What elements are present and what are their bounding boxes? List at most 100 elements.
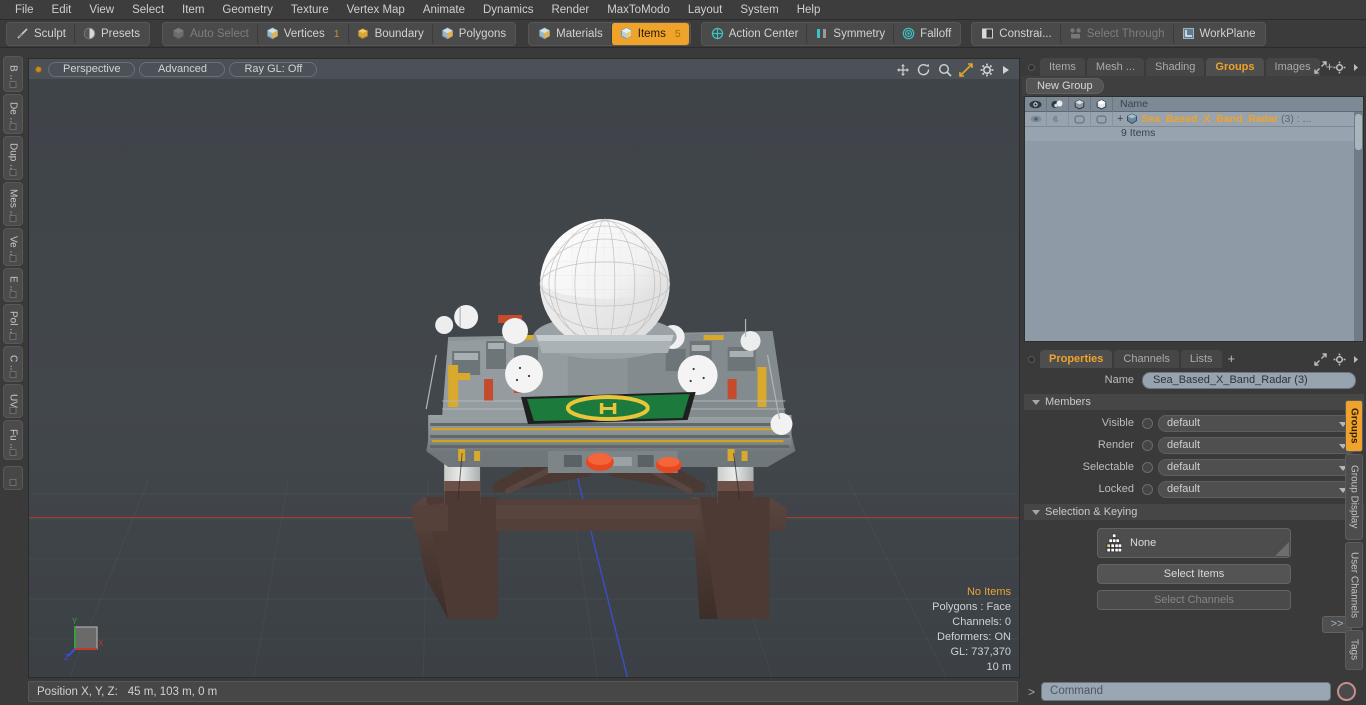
command-input[interactable]: Command — [1041, 682, 1332, 701]
left-tab-curve[interactable]: C ... — [3, 346, 23, 382]
panel-arrow-icon[interactable] — [1352, 61, 1360, 74]
locked-icon[interactable] — [1091, 97, 1113, 112]
row-selectable-toggle[interactable] — [1069, 111, 1091, 127]
constraint-button[interactable]: Constrai... — [973, 23, 1059, 45]
menu-item-view[interactable]: View — [80, 1, 123, 19]
auto-select-button[interactable]: Auto Select — [164, 23, 257, 45]
selection-set-dropdown[interactable]: None — [1097, 528, 1291, 558]
side-tab-groups[interactable]: Groups — [1345, 400, 1363, 452]
name-input[interactable]: Sea_Based_X_Band_Radar (3) — [1142, 371, 1356, 389]
record-icon[interactable] — [1337, 682, 1357, 701]
falloff-button[interactable]: Falloff — [893, 22, 959, 45]
select-through-button[interactable]: Select Through — [1059, 22, 1173, 45]
group-row-content[interactable]: + Sea_Based_X_Band_Radar (3) : ... — [1113, 113, 1363, 125]
row-visible-toggle[interactable] — [1025, 111, 1047, 127]
selectable-knob[interactable] — [1142, 461, 1153, 473]
render-select[interactable]: default — [1158, 436, 1356, 454]
properties-gear-icon[interactable] — [1333, 353, 1346, 366]
side-tab-group-display[interactable]: Group Display — [1345, 454, 1363, 540]
side-tab-tags[interactable]: Tags — [1345, 630, 1363, 670]
rotate-icon[interactable] — [917, 63, 931, 77]
group-list[interactable]: Name + Sea_Based_X_Band_Radar (3): ... … — [1024, 96, 1364, 342]
menu-item-help[interactable]: Help — [788, 1, 830, 19]
tab-items[interactable]: Items — [1040, 58, 1085, 76]
side-tab-user-channels[interactable]: User Channels — [1345, 542, 1363, 628]
locked-knob[interactable] — [1142, 483, 1153, 495]
tab-properties[interactable]: Properties — [1040, 350, 1113, 368]
viewport-menu-dot[interactable] — [35, 65, 42, 73]
group-list-scroll-thumb[interactable] — [1355, 114, 1362, 150]
items-button[interactable]: Items 5 — [610, 22, 689, 45]
gear-icon[interactable] — [980, 63, 994, 77]
row-locked-toggle[interactable] — [1091, 111, 1113, 127]
render-icon[interactable] — [1047, 97, 1069, 112]
presets-button[interactable]: Presets — [73, 22, 148, 45]
viewport-raygl-selector[interactable]: Ray GL: Off — [229, 61, 318, 77]
fit-icon[interactable] — [959, 63, 973, 77]
tab-groups[interactable]: Groups — [1206, 58, 1264, 76]
visible-select[interactable]: default — [1158, 414, 1356, 432]
materials-button[interactable]: Materials — [530, 23, 611, 45]
left-tab-vertex[interactable]: Ve ... — [3, 228, 23, 266]
left-tab-deform[interactable]: De ... — [3, 94, 23, 134]
select-items-button[interactable]: Select Items — [1097, 564, 1291, 584]
panel-gear-icon[interactable] — [1333, 61, 1346, 74]
expand-properties-icon[interactable] — [1314, 353, 1327, 366]
viewport-projection-selector[interactable]: Perspective — [48, 61, 136, 77]
menu-item-layout[interactable]: Layout — [679, 1, 732, 19]
symmetry-button[interactable]: Symmetry — [806, 22, 893, 45]
tab-shading[interactable]: Shading — [1146, 58, 1205, 76]
vertices-button[interactable]: Vertices 1 — [256, 22, 348, 45]
menu-item-vertex-map[interactable]: Vertex Map — [338, 1, 414, 19]
add-properties-tab-button[interactable]: + — [1224, 351, 1242, 368]
selection-keying-section-header[interactable]: Selection & Keying — [1024, 504, 1364, 520]
action-center-button[interactable]: Action Center — [703, 23, 807, 45]
menu-item-render[interactable]: Render — [542, 1, 598, 19]
menu-item-file[interactable]: File — [6, 1, 43, 19]
menu-item-edit[interactable]: Edit — [43, 1, 81, 19]
table-row[interactable]: + Sea_Based_X_Band_Radar (3) : ... — [1025, 111, 1363, 127]
viewport-3d[interactable]: Perspective Advanced Ray GL: Off No Item… — [28, 58, 1020, 678]
play-arrow-icon[interactable] — [1001, 63, 1011, 77]
properties-menu-dot[interactable] — [1028, 356, 1035, 363]
sculpt-button[interactable]: Sculpt — [8, 23, 74, 45]
polygons-button[interactable]: Polygons — [431, 22, 514, 45]
left-tab-basic[interactable]: B ... — [3, 56, 23, 92]
render-knob[interactable] — [1142, 439, 1153, 451]
group-list-scrollbar[interactable] — [1354, 112, 1363, 341]
left-tab-uv[interactable]: UV — [3, 384, 23, 418]
left-tab-edge[interactable]: E ... — [3, 268, 23, 302]
zoom-icon[interactable] — [938, 63, 952, 77]
menu-item-dynamics[interactable]: Dynamics — [474, 1, 542, 19]
right-panel-menu-dot[interactable] — [1028, 64, 1035, 71]
left-tab-fusion[interactable]: Fu ... — [3, 420, 23, 460]
move-icon[interactable] — [896, 63, 910, 77]
select-channels-button[interactable]: Select Channels — [1097, 590, 1291, 610]
menu-item-system[interactable]: System — [731, 1, 787, 19]
tab-lists[interactable]: Lists — [1180, 350, 1222, 368]
tab-channels[interactable]: Channels — [1114, 350, 1179, 368]
tab-images[interactable]: Images — [1265, 58, 1320, 76]
expand-group-button[interactable]: + — [1117, 113, 1123, 124]
properties-arrow-icon[interactable] — [1352, 353, 1360, 366]
visible-knob[interactable] — [1142, 417, 1153, 429]
viewport-shading-selector[interactable]: Advanced — [139, 61, 226, 77]
selectable-select[interactable]: default — [1158, 458, 1356, 476]
tab-mesh[interactable]: Mesh ... — [1086, 58, 1145, 76]
viewport-canvas[interactable]: No Items Polygons : Face Channels: 0 Def… — [29, 79, 1019, 678]
menu-item-texture[interactable]: Texture — [282, 1, 338, 19]
selectable-icon[interactable] — [1069, 97, 1091, 112]
left-tab-duplicate[interactable]: Dup ... — [3, 136, 23, 180]
menu-item-animate[interactable]: Animate — [414, 1, 474, 19]
expand-panel-icon[interactable] — [1314, 61, 1327, 74]
menu-item-maxtomodo[interactable]: MaxToModo — [598, 1, 679, 19]
left-tab-polygon[interactable]: Pol ... — [3, 304, 23, 344]
new-group-button[interactable]: New Group — [1026, 78, 1104, 94]
row-render-toggle[interactable] — [1047, 111, 1069, 127]
boundary-button[interactable]: Boundary — [347, 22, 432, 45]
members-section-header[interactable]: Members — [1024, 394, 1364, 410]
menu-item-select[interactable]: Select — [123, 1, 173, 19]
model-sea-based-x-band-radar[interactable] — [29, 79, 1019, 678]
workplane-button[interactable]: WorkPlane — [1172, 22, 1264, 45]
left-tab-mesh[interactable]: Mes ... — [3, 182, 23, 226]
